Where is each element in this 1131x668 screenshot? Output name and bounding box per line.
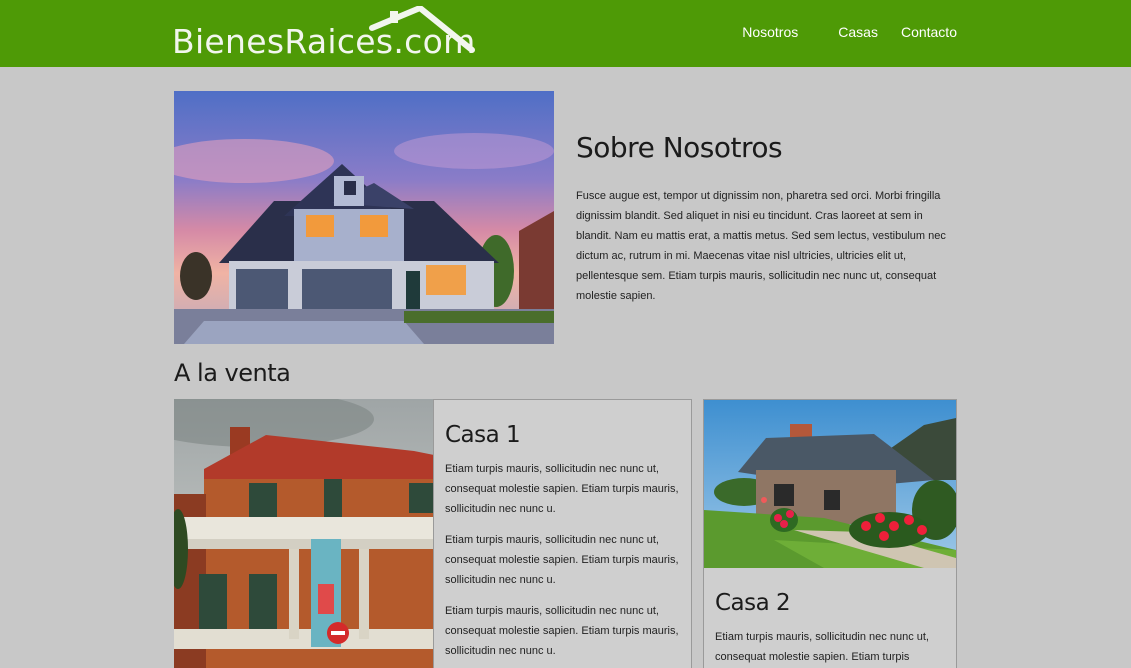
house-roof-icon bbox=[369, 6, 475, 53]
nav-link-casas[interactable]: Casas bbox=[838, 24, 878, 40]
casa-1-paragraph-1: Etiam turpis mauris, sollicitudin nec nu… bbox=[445, 463, 679, 515]
main-nav: Nosotros Casas Contacto bbox=[742, 24, 957, 40]
for-sale-title: A la venta bbox=[174, 359, 291, 387]
casa-1-image[interactable] bbox=[174, 399, 434, 668]
casa-1-paragraph-3: Etiam turpis mauris, sollicitudin nec nu… bbox=[445, 605, 679, 657]
logo-link[interactable]: BienesRaices.com bbox=[172, 6, 482, 62]
casa-2-title: Casa 2 bbox=[715, 590, 791, 616]
about-house-image bbox=[174, 91, 554, 344]
site-header: BienesRaices.com Nosotros Casas Contacto bbox=[0, 0, 1131, 67]
casa-1-card[interactable]: Casa 1 Etiam turpis mauris, sollicitudin… bbox=[433, 399, 692, 668]
casa-2-paragraph-1: Etiam turpis mauris, sollicitudin nec nu… bbox=[715, 631, 929, 663]
about-title: Sobre Nosotros bbox=[576, 131, 783, 164]
casa-2-image bbox=[704, 400, 956, 568]
casa-1-title: Casa 1 bbox=[445, 422, 521, 448]
casa-2-card[interactable]: Casa 2 Etiam turpis mauris, sollicitudin… bbox=[703, 399, 957, 668]
nav-link-contacto[interactable]: Contacto bbox=[901, 24, 957, 40]
casa-1-paragraph-2: Etiam turpis mauris, sollicitudin nec nu… bbox=[445, 534, 679, 586]
about-paragraph: Fusce augue est, tempor ut dignissim non… bbox=[576, 190, 946, 302]
nav-link-nosotros[interactable]: Nosotros bbox=[742, 24, 798, 40]
